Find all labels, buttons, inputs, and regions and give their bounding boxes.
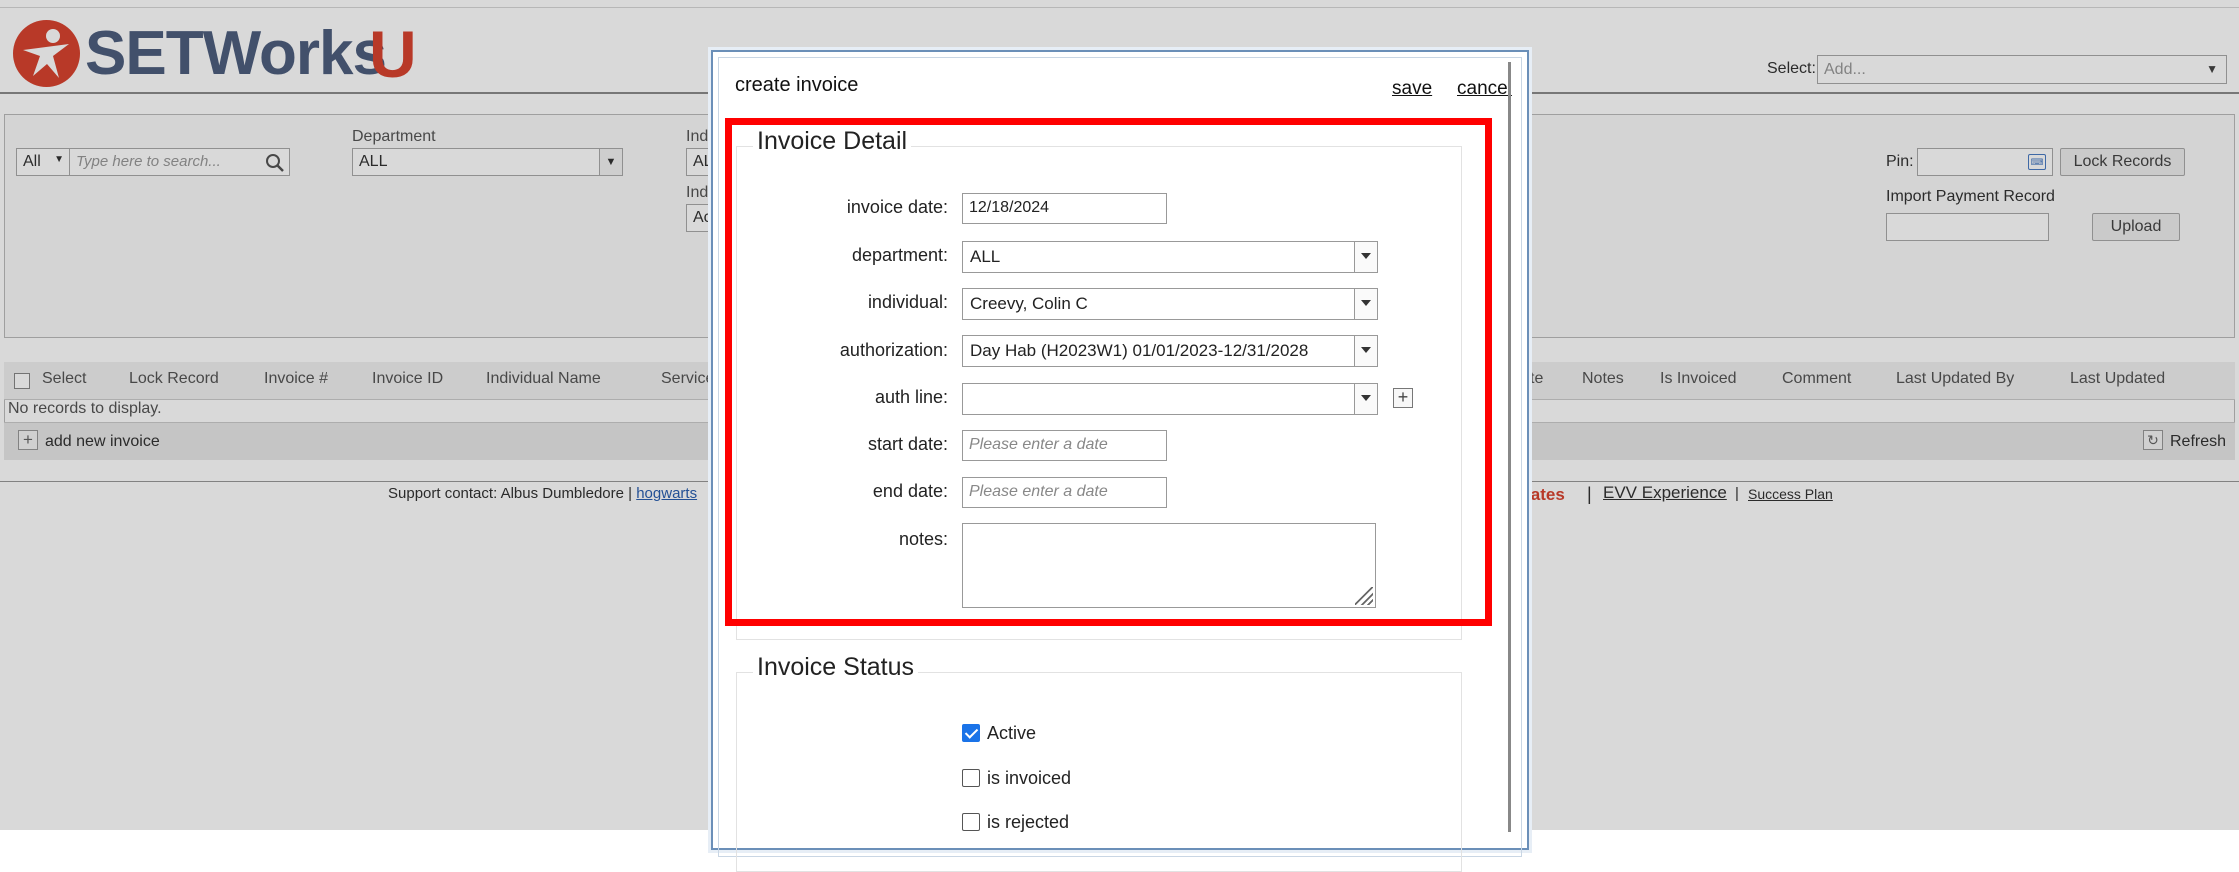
- invoice-status-fieldset: [736, 672, 1462, 872]
- active-label: Active: [987, 723, 1037, 743]
- save-button[interactable]: save: [1392, 78, 1432, 100]
- is-invoiced-label: is invoiced: [987, 768, 1072, 788]
- dialog-scrollbar[interactable]: [1508, 62, 1511, 832]
- cancel-button[interactable]: cancel: [1457, 78, 1512, 100]
- is-invoiced-checkbox[interactable]: [962, 769, 980, 787]
- active-checkbox[interactable]: [962, 724, 980, 742]
- is-rejected-checkbox[interactable]: [962, 813, 980, 831]
- invoice-status-legend: Invoice Status: [753, 653, 919, 682]
- dialog-title: create invoice: [735, 74, 859, 96]
- highlight-box: [725, 118, 1492, 626]
